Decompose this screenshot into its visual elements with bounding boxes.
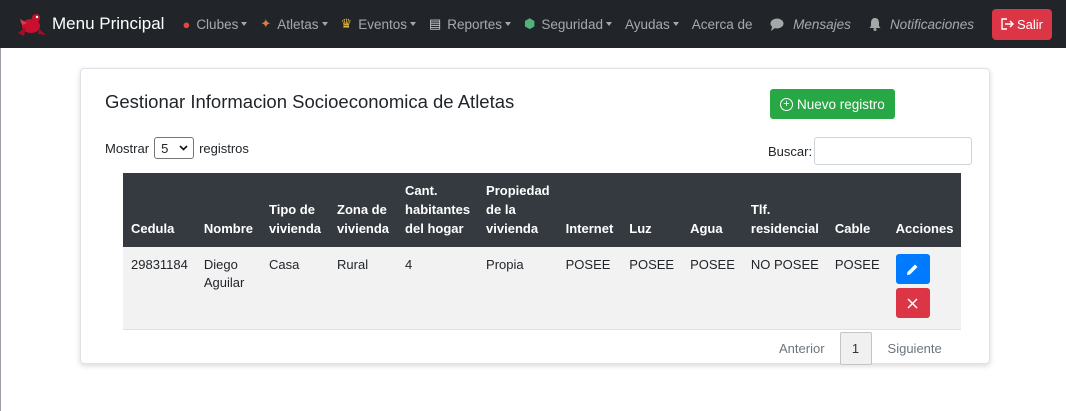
nav-clubes-label: Clubes bbox=[196, 16, 239, 32]
main-card: Gestionar Informacion Socioeconomica de … bbox=[80, 68, 990, 365]
brand-title: Menu Principal bbox=[52, 14, 165, 33]
col-zona-vivienda[interactable]: Zona de vivienda bbox=[329, 173, 397, 247]
col-tipo-vivienda[interactable]: Tipo de vivienda bbox=[261, 173, 329, 247]
search-control: Buscar: bbox=[768, 137, 973, 165]
new-record-label: Nuevo registro bbox=[797, 96, 885, 112]
cell-acciones bbox=[888, 247, 962, 329]
boxing-glove-icon: ● bbox=[182, 16, 191, 32]
table-header-row: Cedula Nombre Tipo de vivienda Zona de v… bbox=[123, 173, 962, 247]
nav-eventos[interactable]: ♛ Eventos bbox=[341, 16, 416, 32]
document-icon: ▤ bbox=[428, 16, 442, 31]
cell-cedula: 29831184 bbox=[131, 257, 188, 272]
cell-cant: 4 bbox=[405, 257, 413, 272]
chat-bubble-icon bbox=[770, 18, 784, 31]
length-prefix: Mostrar bbox=[105, 140, 150, 156]
nav-ayudas-label: Ayudas bbox=[624, 16, 670, 32]
edit-button[interactable] bbox=[895, 254, 930, 284]
cell-luz: POSEE bbox=[629, 257, 675, 272]
col-cedula[interactable]: Cedula bbox=[123, 173, 196, 247]
brand-logo-icon bbox=[18, 14, 46, 36]
col-cable[interactable]: Cable bbox=[827, 173, 888, 247]
col-cant-habitantes[interactable]: Cant. habitantes del hogar bbox=[397, 173, 478, 247]
chevron-down-icon bbox=[321, 22, 328, 26]
nav-notificaciones[interactable]: Notificaciones bbox=[869, 17, 974, 32]
chevron-down-icon bbox=[605, 22, 612, 26]
bell-icon bbox=[869, 18, 881, 31]
delete-button[interactable] bbox=[895, 288, 930, 318]
col-tlf-residencial[interactable]: Tlf. residencial bbox=[743, 173, 827, 247]
col-propiedad-vivienda[interactable]: Propiedad de la vivienda bbox=[478, 173, 558, 247]
data-table: Cedula Nombre Tipo de vivienda Zona de v… bbox=[123, 173, 962, 330]
col-acciones: Acciones bbox=[895, 221, 954, 236]
col-luz[interactable]: Luz bbox=[621, 173, 682, 247]
close-icon bbox=[907, 297, 918, 309]
pagination: Anterior 1 Siguiente bbox=[779, 332, 942, 365]
cell-tlf: NO POSEE bbox=[750, 257, 819, 272]
chevron-down-icon bbox=[672, 22, 679, 26]
shield-icon: ⬢ bbox=[524, 16, 536, 31]
nav-clubes[interactable]: ● Clubes bbox=[182, 16, 248, 32]
nav-seguridad-label: Seguridad bbox=[541, 16, 603, 32]
nav-seguridad[interactable]: ⬢ Seguridad bbox=[524, 16, 612, 32]
nav-ayudas[interactable]: Ayudas bbox=[625, 17, 679, 32]
nav-eventos-label: Eventos bbox=[358, 16, 407, 32]
nav-notificaciones-label: Notificaciones bbox=[889, 16, 974, 32]
search-input[interactable] bbox=[814, 137, 973, 165]
length-suffix: registros bbox=[199, 140, 249, 156]
col-nombre[interactable]: Nombre bbox=[196, 173, 261, 247]
cell-propiedad: Propia bbox=[486, 257, 524, 272]
left-divider bbox=[0, 48, 1, 411]
page-length-value: 5 bbox=[161, 140, 169, 156]
cell-cable: POSEE bbox=[834, 257, 880, 272]
col-internet[interactable]: Internet bbox=[558, 173, 622, 247]
cell-internet: POSEE bbox=[565, 257, 611, 272]
table-row: 29831184 Diego Aguilar Casa Rural 4 Prop… bbox=[123, 247, 962, 329]
nav-mensajes[interactable]: Mensajes bbox=[770, 17, 851, 32]
cell-zona: Rural bbox=[337, 257, 369, 272]
pagination-previous[interactable]: Anterior bbox=[779, 341, 825, 356]
pagination-page-1[interactable]: 1 bbox=[839, 332, 872, 365]
brand-link[interactable]: Menu Principal bbox=[14, 9, 164, 39]
nav-atletas-label: Atletas bbox=[277, 16, 319, 32]
col-agua[interactable]: Agua bbox=[682, 173, 743, 247]
nav-acerca-de[interactable]: Acerca de bbox=[692, 17, 753, 32]
chevron-down-icon bbox=[241, 22, 248, 26]
chevron-down-icon bbox=[409, 22, 416, 26]
logout-label: Salir bbox=[1016, 16, 1043, 32]
nav-atletas[interactable]: ✦ Atletas bbox=[260, 16, 328, 32]
trophy-icon: ♛ bbox=[340, 16, 353, 31]
page-length-select[interactable]: 5 bbox=[154, 137, 195, 159]
top-navbar: Menu Principal ● Clubes ✦ Atletas ♛ Even… bbox=[0, 0, 1066, 48]
nav-reportes[interactable]: ▤ Reportes bbox=[428, 16, 512, 32]
cell-nombre: Diego Aguilar bbox=[203, 257, 245, 290]
pencil-icon bbox=[907, 264, 918, 275]
chevron-down-icon bbox=[179, 145, 188, 151]
pagination-next[interactable]: Siguiente bbox=[888, 341, 942, 356]
athlete-icon: ✦ bbox=[260, 16, 272, 31]
page-length-control: Mostrar 5 registros bbox=[105, 137, 249, 159]
nav-mensajes-label: Mensajes bbox=[793, 16, 851, 32]
cell-tipo: Casa bbox=[269, 257, 300, 272]
search-label: Buscar: bbox=[768, 143, 813, 159]
nav-reportes-label: Reportes bbox=[447, 16, 503, 32]
sign-out-icon bbox=[1001, 18, 1014, 30]
logout-button[interactable]: Salir bbox=[991, 8, 1052, 40]
nav-acerca-de-label: Acerca de bbox=[691, 16, 753, 32]
chevron-down-icon bbox=[505, 22, 512, 26]
cell-agua: POSEE bbox=[690, 257, 735, 272]
new-record-button[interactable]: + Nuevo registro bbox=[770, 89, 895, 119]
page-title: Gestionar Informacion Socioeconomica de … bbox=[105, 91, 515, 112]
plus-circle-icon: + bbox=[780, 97, 793, 111]
